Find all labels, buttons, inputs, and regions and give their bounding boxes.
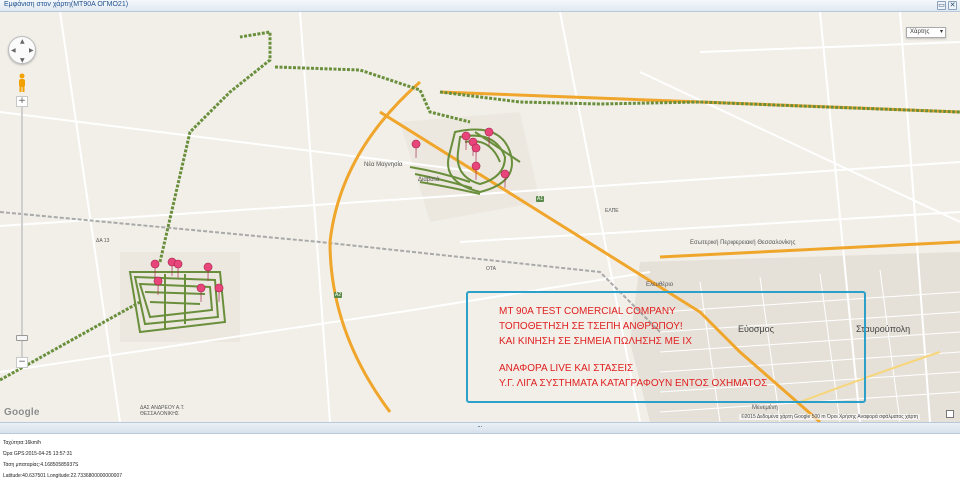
label-elpe: ΕΛΠΕ (605, 208, 619, 214)
info-coordinates: Latitude:40.637501 Longitude:22.73368000… (3, 473, 123, 479)
close-button[interactable]: ✕ (948, 1, 957, 10)
label-nea-magnisia: Νέα Μαγνησία (364, 162, 403, 168)
label-diavata: Διαβατά (418, 177, 440, 183)
splitter-grip-icon[interactable] (478, 426, 482, 430)
info-panel: Ταχύτητα:16km/h Ώρα GPS:2015-04-25 13:57… (0, 434, 960, 487)
annotation-line-4: ΑΝΑΦΟΡΑ LIVE ΚΑΙ ΣΤΑΣΕΙΣ (499, 363, 634, 374)
annotation-box: MT 90A TEST COMERCIAL COMPANY ΤΟΠΟΘΕΤΗΣΗ… (466, 291, 866, 403)
zoom-control: + − (16, 96, 28, 368)
fullscreen-icon[interactable] (946, 410, 954, 418)
window-title: Εμφάνιση στον χάρτη(ΜΤ90Α ΟΓΜΟ21) (4, 1, 129, 8)
maptype-label: Χάρτης (910, 29, 930, 35)
label-ota: ΟΤΑ (486, 266, 496, 272)
annotation-line-2: ΤΟΠΟΘΕΤΗΣΗ ΣΕ ΤΣΕΠΗ ΑΝΘΡΩΠΟΥ! (499, 321, 683, 332)
chevron-down-icon: ▾ (939, 29, 943, 35)
pan-up-icon[interactable]: ▲ (20, 38, 25, 45)
map-canvas[interactable]: Νέα Μαγνησία Διαβατά Εσωτερική Περιφερει… (0, 12, 960, 422)
annotation-line-5: Υ.Γ. ΛΙΓΑ ΣΥΣΤΗΜΑΤΑ ΚΑΤΑΓΡΑΦΟΥΝ ΕΝΤΟΣ ΟΧ… (499, 378, 768, 389)
maptype-select[interactable]: Χάρτης ▾ (906, 27, 946, 38)
google-logo: Google (4, 407, 40, 418)
route-badge-a25: A2 (334, 292, 343, 298)
info-speed: Ταχύτητα:16km/h (3, 440, 42, 446)
window-controls: ▭ ✕ (937, 1, 957, 10)
maximize-button[interactable]: ▭ (937, 1, 946, 10)
zoom-in-button[interactable]: + (16, 96, 28, 107)
pan-left-icon[interactable]: ◀ (11, 47, 16, 54)
pegman-icon[interactable] (17, 73, 27, 93)
label-eleftherio: Ελευθέριο (646, 282, 674, 288)
annotation-line-1: MT 90A TEST COMERCIAL COMPANY (499, 306, 676, 317)
annotation-line-3: ΚΑΙ ΚΙΝΗΣΗ ΣΕ ΣΗΜΕΙΑ ΠΩΛΗΣΗΣ ΜΕ ΙΧ (499, 336, 692, 347)
map-attribution[interactable]: ©2015 Δεδομένα χάρτη Google 500 m Όροι Χ… (738, 414, 920, 420)
panel-splitter[interactable] (0, 422, 960, 434)
zoom-slider-handle[interactable] (16, 335, 28, 341)
zoom-slider-track (21, 107, 23, 357)
label-menemeni: Μενεμένη (752, 405, 778, 411)
pan-right-icon[interactable]: ▶ (29, 47, 34, 54)
pan-down-icon[interactable]: ▼ (20, 57, 25, 64)
info-gps-time: Ώρα GPS:2015-04-25 13:57:31 (3, 451, 73, 457)
zoom-out-button[interactable]: − (16, 357, 28, 368)
zoom-slider[interactable] (16, 107, 28, 357)
pan-control[interactable]: ▲ ▼ ◀ ▶ (8, 36, 36, 64)
label-da13: ΔΑ 13 (96, 238, 110, 244)
label-ring-road: Εσωτερική Περιφερειακή Θεσσαλονίκης (690, 240, 796, 246)
route-badge-a1: A1 (536, 196, 545, 202)
info-battery-voltage: Τάση μπαταρίας:4.16850585937S (3, 462, 79, 468)
window-titlebar: Εμφάνιση στον χάρτη(ΜΤ90Α ΟΓΜΟ21) ▭ ✕ (0, 0, 960, 12)
label-dasos: ΔΑΣ ΑΝΔΡΕΟΥ Α.Τ. ΘΕΣΣΑΛΟΝΙΚΗΣ (140, 405, 185, 417)
